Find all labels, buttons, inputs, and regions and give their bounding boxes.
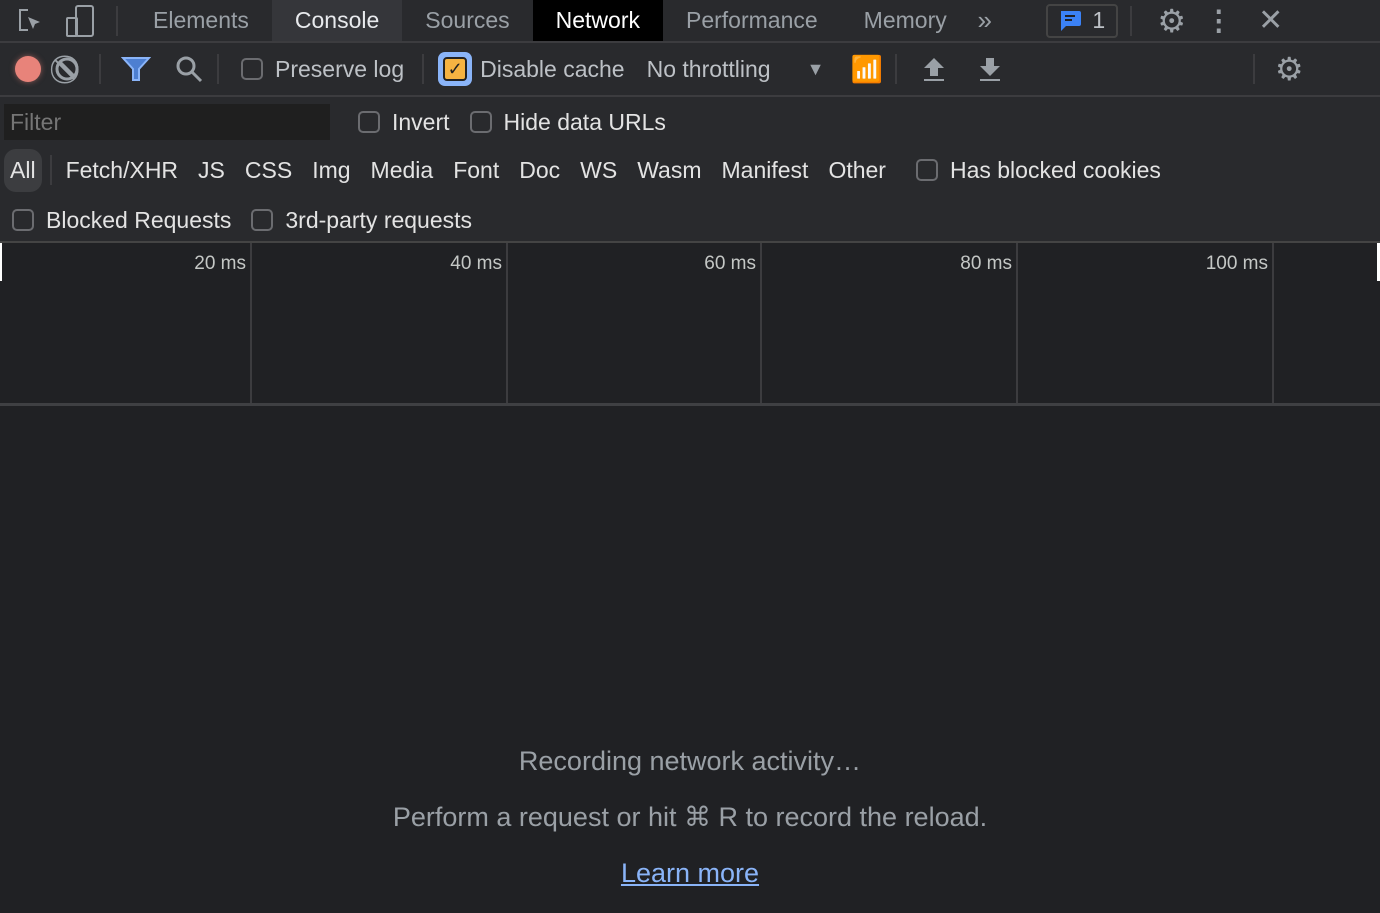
- timeline-overview[interactable]: 20 ms 40 ms 60 ms 80 ms 100 ms: [0, 243, 1380, 406]
- tick-label: 60 ms: [704, 253, 756, 274]
- preserve-log-checkbox[interactable]: [241, 58, 263, 80]
- type-filter-css[interactable]: CSS: [245, 157, 292, 184]
- filter-bar: Invert Hide data URLs All Fetch/XHR JS C…: [0, 97, 1380, 243]
- tab-performance[interactable]: Performance: [663, 0, 841, 41]
- issues-button[interactable]: 1: [1045, 3, 1118, 38]
- learn-more-link[interactable]: Learn more: [621, 858, 759, 888]
- type-filter-other[interactable]: Other: [828, 157, 886, 184]
- import-har-icon[interactable]: [921, 55, 947, 83]
- type-filter-manifest[interactable]: Manifest: [722, 157, 809, 184]
- tab-memory[interactable]: Memory: [841, 0, 970, 41]
- preserve-log-label: Preserve log: [275, 55, 405, 82]
- type-filter-img[interactable]: Img: [312, 157, 350, 184]
- learn-more-container: Learn more: [0, 858, 1380, 889]
- type-filter-all[interactable]: All: [4, 148, 42, 192]
- tick-label: 20 ms: [194, 253, 246, 274]
- grid-line: [1272, 243, 1274, 403]
- close-icon[interactable]: ✕: [1256, 3, 1286, 38]
- search-icon[interactable]: [175, 55, 203, 83]
- inspect-element-icon[interactable]: [10, 7, 50, 35]
- has-blocked-cookies-label: Has blocked cookies: [949, 156, 1161, 183]
- empty-title: Recording network activity…: [518, 746, 862, 776]
- clear-button[interactable]: [53, 55, 81, 83]
- empty-hint: Perform a request or hit ⌘ R to record t…: [392, 802, 988, 832]
- tab-network[interactable]: Network: [532, 0, 663, 41]
- grid-line: [506, 243, 508, 403]
- divider: [99, 54, 101, 84]
- export-har-icon[interactable]: [977, 55, 1003, 83]
- divider: [1129, 5, 1132, 36]
- checkmark-icon: ✓: [443, 57, 468, 81]
- type-filter-fetch-xhr[interactable]: Fetch/XHR: [66, 157, 178, 184]
- filter-icon[interactable]: [121, 55, 151, 83]
- grid-line: [1016, 243, 1018, 403]
- third-party-requests-checkbox[interactable]: [251, 209, 274, 231]
- hide-data-urls-checkbox[interactable]: [469, 111, 492, 133]
- divider: [1252, 54, 1255, 84]
- divider: [422, 54, 425, 84]
- type-filter-font[interactable]: Font: [453, 157, 499, 184]
- invert-checkbox[interactable]: [358, 111, 380, 133]
- tab-bar: Elements Console Sources Network Perform…: [0, 0, 1380, 43]
- type-filter-media[interactable]: Media: [371, 157, 434, 184]
- invert-label: Invert: [392, 108, 450, 135]
- disable-cache-checkbox[interactable]: ✓: [438, 52, 473, 86]
- hide-data-urls-label: Hide data URLs: [503, 108, 666, 135]
- network-toolbar: ⃠ Preserve log ✓ Disable cache No thrott…: [0, 43, 1380, 97]
- network-conditions-icon[interactable]: 📶: [850, 54, 882, 85]
- record-button[interactable]: [15, 56, 41, 82]
- filter-input[interactable]: [4, 104, 330, 140]
- device-toolbar-icon[interactable]: [60, 4, 100, 37]
- overview-left-handle[interactable]: [0, 243, 2, 281]
- type-filter-doc[interactable]: Doc: [519, 157, 560, 184]
- divider: [894, 54, 897, 84]
- message-icon: [1061, 10, 1082, 31]
- blocked-requests-label: Blocked Requests: [46, 206, 232, 233]
- dropdown-arrow-icon: ▼: [806, 58, 825, 79]
- divider: [116, 5, 118, 36]
- tab-elements[interactable]: Elements: [130, 0, 272, 41]
- grid-line: [250, 243, 252, 403]
- tick-label: 40 ms: [450, 253, 502, 274]
- type-filter-wasm[interactable]: Wasm: [637, 157, 701, 184]
- tab-console[interactable]: Console: [271, 0, 403, 41]
- tab-sources[interactable]: Sources: [402, 0, 532, 41]
- type-filter-js[interactable]: JS: [198, 157, 225, 184]
- more-options-icon[interactable]: ⋮: [1204, 4, 1234, 37]
- type-filter-ws[interactable]: WS: [580, 157, 617, 184]
- blocked-requests-checkbox[interactable]: [12, 209, 34, 231]
- throttling-value: No throttling: [646, 55, 771, 82]
- tick-label: 80 ms: [960, 253, 1012, 274]
- tick-label: 100 ms: [1205, 253, 1268, 274]
- settings-gear-icon[interactable]: ⚙: [1152, 2, 1192, 40]
- divider: [217, 54, 219, 84]
- disable-cache-label: Disable cache: [480, 55, 625, 82]
- issues-count: 1: [1092, 7, 1106, 33]
- has-blocked-cookies-checkbox[interactable]: [915, 159, 938, 181]
- throttling-select[interactable]: No throttling ▼: [647, 56, 825, 83]
- third-party-requests-label: 3rd-party requests: [285, 206, 473, 233]
- more-tabs-icon[interactable]: »: [970, 5, 1000, 36]
- grid-line: [760, 243, 762, 403]
- divider: [49, 155, 52, 185]
- network-settings-gear-icon[interactable]: ⚙: [1275, 50, 1304, 88]
